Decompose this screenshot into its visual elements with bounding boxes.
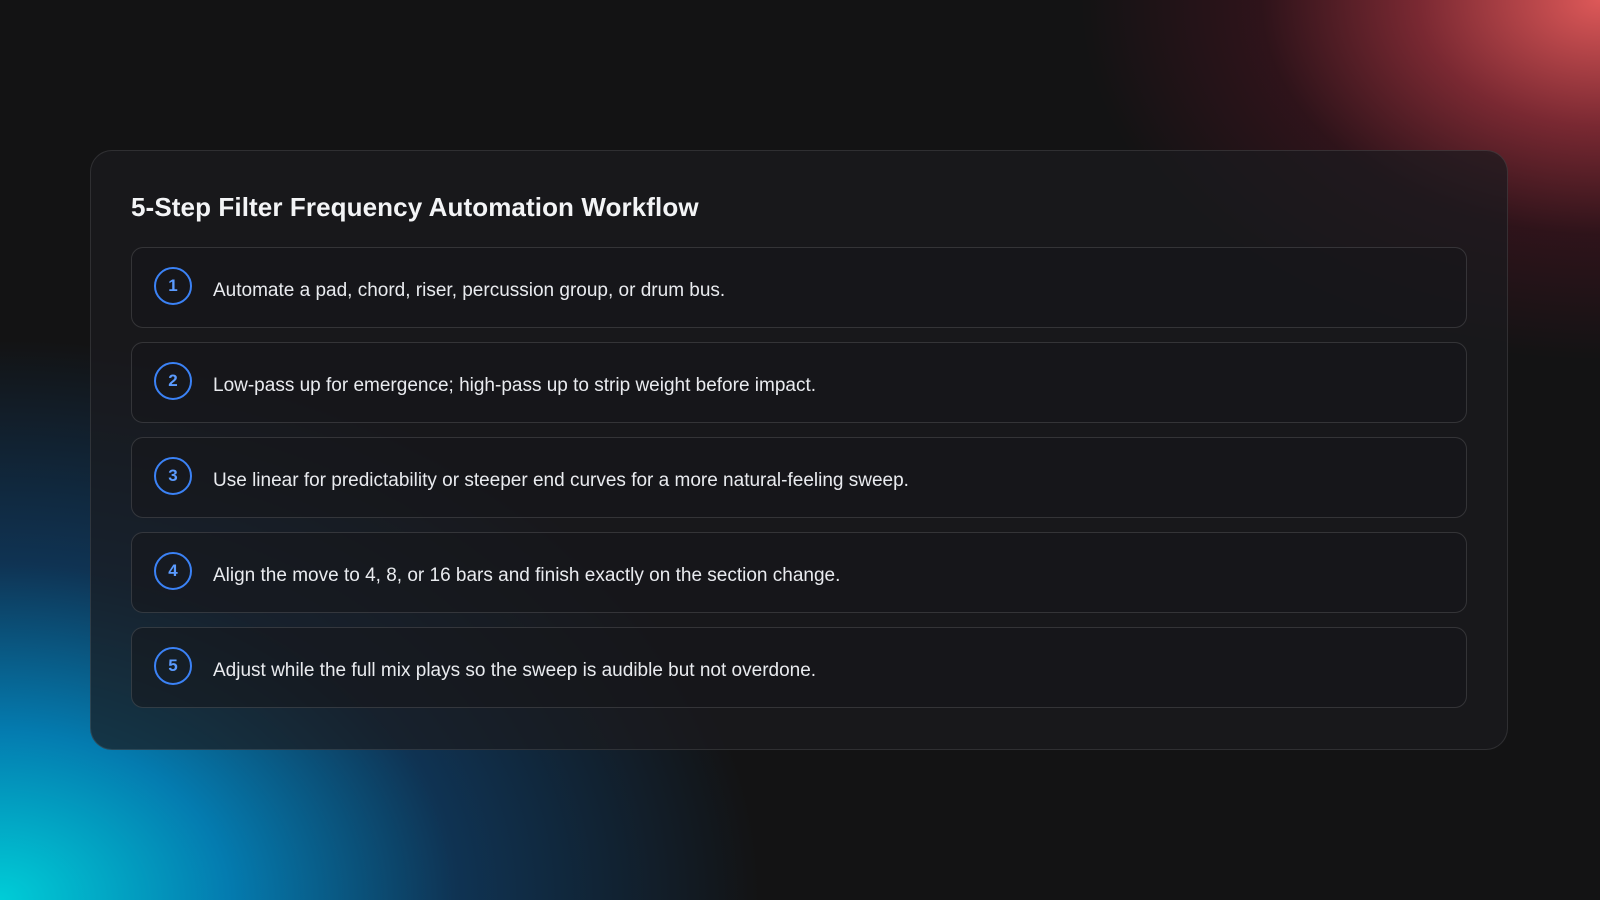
step-text: Automate a pad, chord, riser, percussion… <box>213 279 726 301</box>
workflow-card: 5-Step Filter Frequency Automation Workf… <box>90 150 1508 750</box>
step-text: Low-pass up for emergence; high-pass up … <box>213 374 817 396</box>
step-item-1: 1 Automate a pad, chord, riser, percussi… <box>131 247 1467 328</box>
step-text: Use linear for predictability or steeper… <box>213 469 909 491</box>
step-item-5: 5 Adjust while the full mix plays so the… <box>131 627 1467 708</box>
step-item-4: 4 Align the move to 4, 8, or 16 bars and… <box>131 532 1467 613</box>
step-item-3: 3 Use linear for predictability or steep… <box>131 437 1467 518</box>
step-number-badge: 2 <box>154 361 192 400</box>
step-number-badge: 1 <box>154 266 192 305</box>
step-number-badge: 3 <box>154 456 192 495</box>
step-text: Align the move to 4, 8, or 16 bars and f… <box>213 564 841 586</box>
step-text: Adjust while the full mix plays so the s… <box>213 659 817 681</box>
steps-list: 1 Automate a pad, chord, riser, percussi… <box>131 247 1467 708</box>
step-item-2: 2 Low-pass up for emergence; high-pass u… <box>131 342 1467 423</box>
step-number-badge: 4 <box>154 551 192 590</box>
step-number-badge: 5 <box>154 646 192 685</box>
card-title: 5-Step Filter Frequency Automation Workf… <box>131 192 699 222</box>
